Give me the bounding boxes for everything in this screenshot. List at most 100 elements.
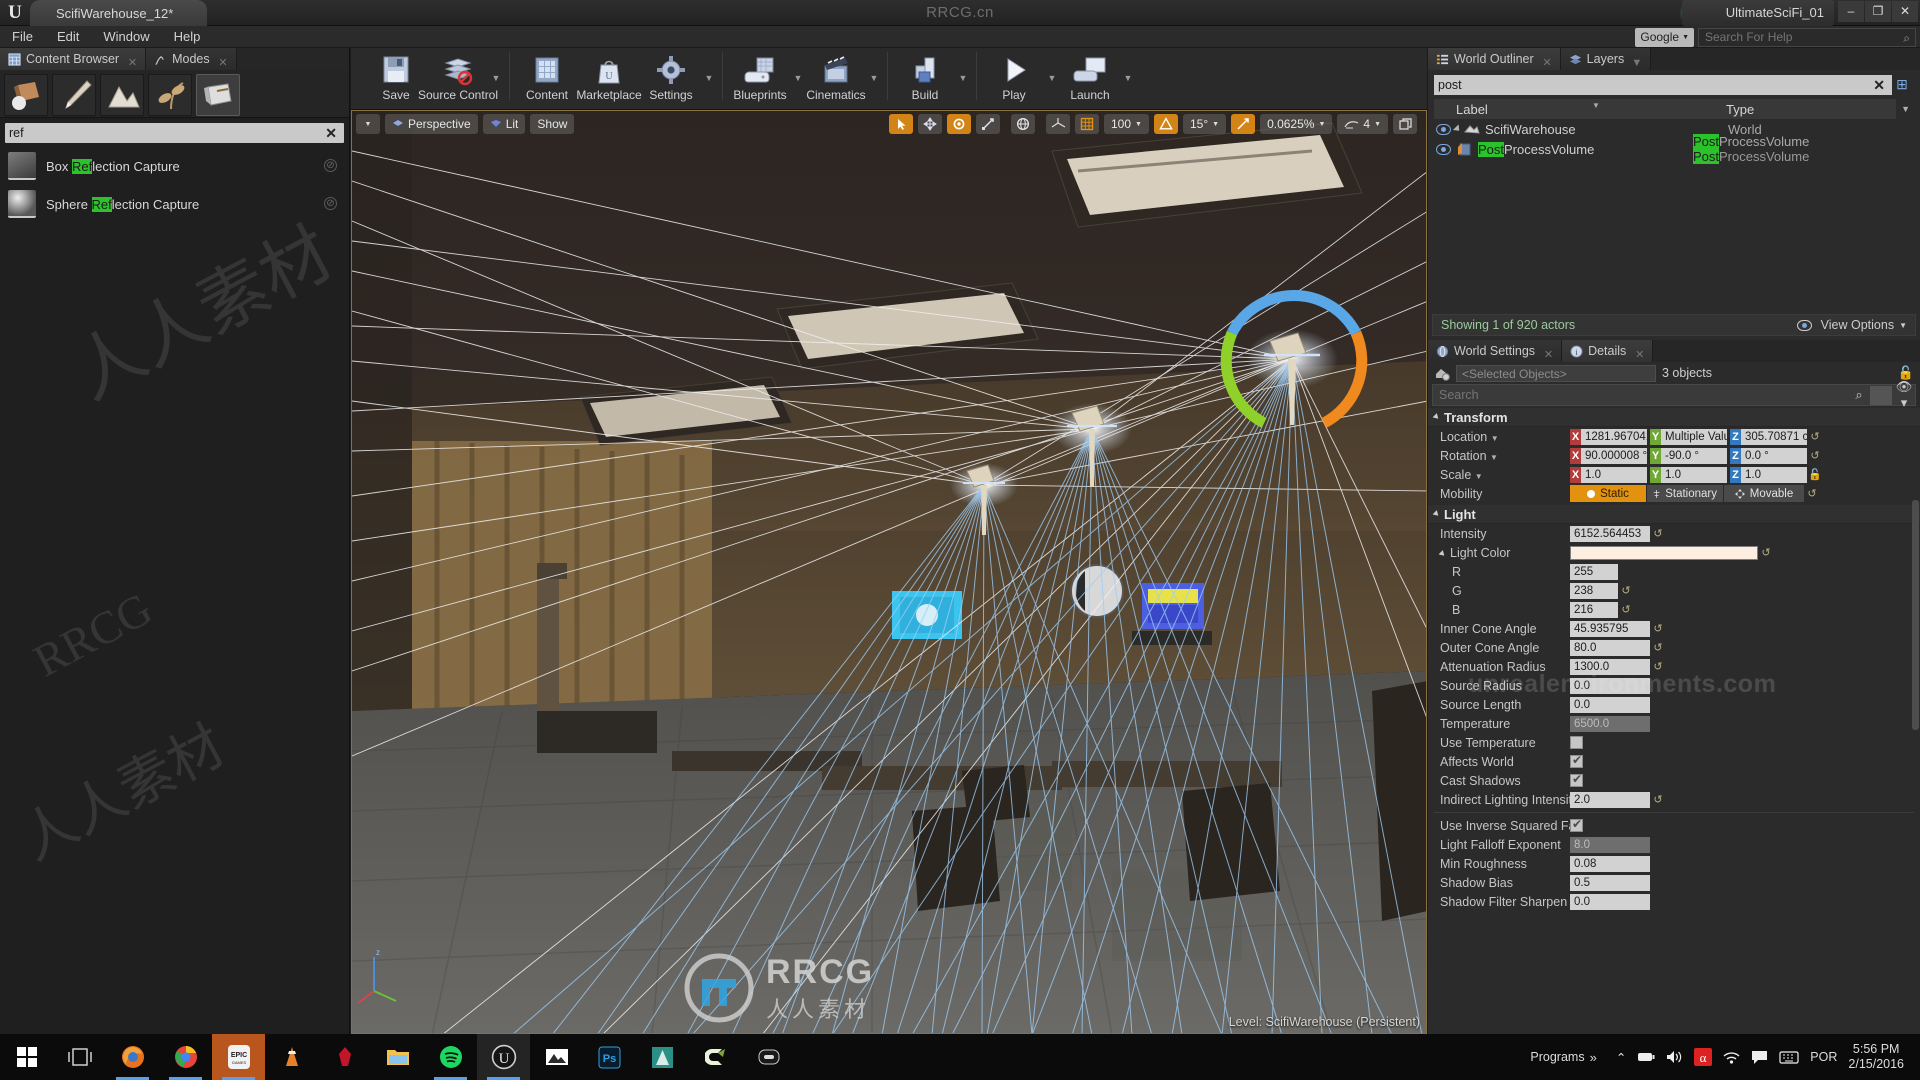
- display-options-grid-button[interactable]: [1870, 385, 1892, 405]
- overflow-icon[interactable]: »: [1590, 1050, 1597, 1065]
- scale-mode-button[interactable]: [976, 114, 1000, 134]
- level-viewport[interactable]: z ▼ Perspective Lit Show 100 ▼ 15° ▼ 0.0…: [351, 110, 1427, 1034]
- scale-y[interactable]: Y 1.0: [1650, 466, 1727, 483]
- rotation-y[interactable]: Y -90.0 °: [1650, 447, 1727, 464]
- task-view-icon[interactable]: [53, 1034, 106, 1080]
- foliage-mode-button[interactable]: [148, 74, 192, 116]
- checkbox[interactable]: [1570, 772, 1583, 787]
- location-y[interactable]: Y Multiple Valu: [1650, 428, 1727, 445]
- clock[interactable]: 5:56 PM 2/15/2016: [1848, 1042, 1904, 1072]
- epic-games-icon[interactable]: EPIC GAMES: [212, 1034, 265, 1080]
- property-value-field[interactable]: 2.0: [1570, 791, 1650, 808]
- surface-snap-button[interactable]: [1046, 114, 1070, 134]
- tab-content-browser[interactable]: Content Browser ✕: [0, 48, 147, 70]
- section-transform[interactable]: Transform: [1428, 408, 1920, 427]
- tab-modes[interactable]: Modes ✕: [146, 48, 237, 70]
- details-search[interactable]: ⌕ 👁▾: [1432, 379, 1916, 410]
- color-swatch[interactable]: [1570, 545, 1758, 560]
- select-mode-button[interactable]: [889, 114, 913, 134]
- avira-icon[interactable]: α: [1694, 1048, 1713, 1066]
- reset-icon[interactable]: ↺: [1618, 603, 1634, 616]
- show-menu-button[interactable]: Show: [530, 114, 575, 134]
- reset-icon[interactable]: ↺: [1650, 793, 1666, 806]
- file-explorer-icon[interactable]: [371, 1034, 424, 1080]
- reset-icon[interactable]: ↺: [1650, 622, 1666, 635]
- scale-y-value[interactable]: 1.0: [1661, 466, 1727, 483]
- location-z-value[interactable]: 305.70871 cn: [1741, 428, 1807, 445]
- menu-help[interactable]: Help: [162, 26, 213, 48]
- perspective-button[interactable]: Perspective: [385, 114, 478, 134]
- geometry-mode-button[interactable]: [196, 74, 240, 116]
- volume-icon[interactable]: [1666, 1050, 1683, 1064]
- cinematics-button[interactable]: Cinematics: [805, 50, 867, 106]
- source-control-button[interactable]: Source Control: [418, 50, 498, 106]
- close-icon[interactable]: ✕: [1635, 344, 1644, 366]
- column-label[interactable]: Label: [1434, 102, 1488, 117]
- mobility-movable-button[interactable]: Movable: [1724, 485, 1804, 502]
- add-actor-icon[interactable]: ⊞: [1894, 76, 1910, 92]
- location-z[interactable]: Z305.70871 cn: [1730, 428, 1807, 445]
- rotate-mode-button[interactable]: [947, 114, 971, 134]
- scale-lock-icon[interactable]: 🔓: [1807, 468, 1823, 481]
- programs-label[interactable]: Programs: [1530, 1050, 1584, 1064]
- world-space-button[interactable]: [1011, 114, 1035, 134]
- location-x[interactable]: X 1281.967041: [1570, 428, 1647, 445]
- play-dropdown[interactable]: ▼: [1045, 50, 1059, 106]
- angle-snap-toggle[interactable]: [1153, 114, 1178, 134]
- restore-button[interactable]: ❐: [1865, 1, 1891, 22]
- outliner-search-input[interactable]: [1438, 78, 1871, 92]
- paint-mode-button[interactable]: [52, 74, 96, 116]
- collapse-arrow-icon[interactable]: [1438, 549, 1447, 558]
- close-icon[interactable]: ✕: [1542, 52, 1551, 74]
- property-value-field[interactable]: 216: [1570, 601, 1618, 618]
- scale-snap-value[interactable]: 0.0625% ▼: [1260, 114, 1333, 134]
- language-indicator[interactable]: POR: [1810, 1050, 1837, 1064]
- expand-triangle-icon[interactable]: [1452, 124, 1463, 134]
- property-value-field[interactable]: 238: [1570, 582, 1618, 599]
- rotation-x[interactable]: X 90.000008 °: [1570, 447, 1647, 464]
- close-button[interactable]: ✕: [1892, 1, 1918, 22]
- property-value-field[interactable]: 45.935795: [1570, 620, 1650, 637]
- build-dropdown[interactable]: ▼: [956, 50, 970, 106]
- chrome-icon[interactable]: [159, 1034, 212, 1080]
- property-value-field[interactable]: 0.0: [1570, 677, 1650, 694]
- tab-details[interactable]: i Details ✕: [1562, 340, 1654, 362]
- reset-icon[interactable]: ↺: [1650, 527, 1666, 540]
- visibility-eye-icon[interactable]: [1436, 123, 1451, 135]
- chevron-up-icon[interactable]: ⌃: [1616, 1050, 1626, 1065]
- mobility-stationary-button[interactable]: Stationary: [1647, 485, 1723, 502]
- rotation-y-value[interactable]: -90.0 °: [1661, 447, 1727, 464]
- cinematics-dropdown[interactable]: ▼: [867, 50, 881, 106]
- location-y-value[interactable]: Multiple Valu: [1661, 428, 1727, 445]
- info-icon[interactable]: ⊘: [324, 159, 337, 172]
- grid-snap-toggle[interactable]: [1075, 114, 1099, 134]
- image-viewer-icon[interactable]: [530, 1034, 583, 1080]
- 3dsmax-icon[interactable]: [318, 1034, 371, 1080]
- checkbox[interactable]: [1570, 753, 1583, 768]
- close-icon[interactable]: ▼: [1631, 52, 1642, 74]
- firefox-icon[interactable]: [106, 1034, 159, 1080]
- location-x-value[interactable]: 1281.967041: [1581, 428, 1647, 445]
- place-mode-button[interactable]: [4, 74, 48, 116]
- menu-window[interactable]: Window: [91, 26, 161, 48]
- property-value-field[interactable]: 0.0: [1570, 893, 1650, 910]
- play-button[interactable]: Play: [983, 50, 1045, 106]
- list-item[interactable]: Sphere Reflection Capture ⊘: [0, 185, 349, 223]
- unreal-engine-icon[interactable]: U: [477, 1034, 530, 1080]
- translate-mode-button[interactable]: [918, 114, 942, 134]
- reset-icon[interactable]: ↺: [1758, 546, 1774, 559]
- reset-icon[interactable]: ↺: [1807, 449, 1823, 462]
- search-icon[interactable]: ⌕: [1848, 387, 1870, 403]
- settings-button[interactable]: Settings: [640, 50, 702, 106]
- viewport-options-button[interactable]: ▼: [356, 114, 380, 134]
- section-light[interactable]: Light: [1428, 505, 1920, 524]
- settings-dropdown[interactable]: ▼: [702, 50, 716, 106]
- table-row[interactable]: PostProcessVolume PostProcessVolume Post…: [1428, 134, 1920, 164]
- mobility-static-button[interactable]: Static: [1570, 485, 1646, 502]
- property-value-field[interactable]: 0.08: [1570, 855, 1650, 872]
- minimize-button[interactable]: –: [1838, 1, 1864, 22]
- rotation-x-value[interactable]: 90.000008 °: [1581, 447, 1647, 464]
- list-item[interactable]: Box Reflection Capture ⊘: [0, 147, 349, 185]
- tab-world-outliner[interactable]: World Outliner ✕: [1428, 48, 1561, 70]
- details-search-input[interactable]: [1433, 388, 1848, 402]
